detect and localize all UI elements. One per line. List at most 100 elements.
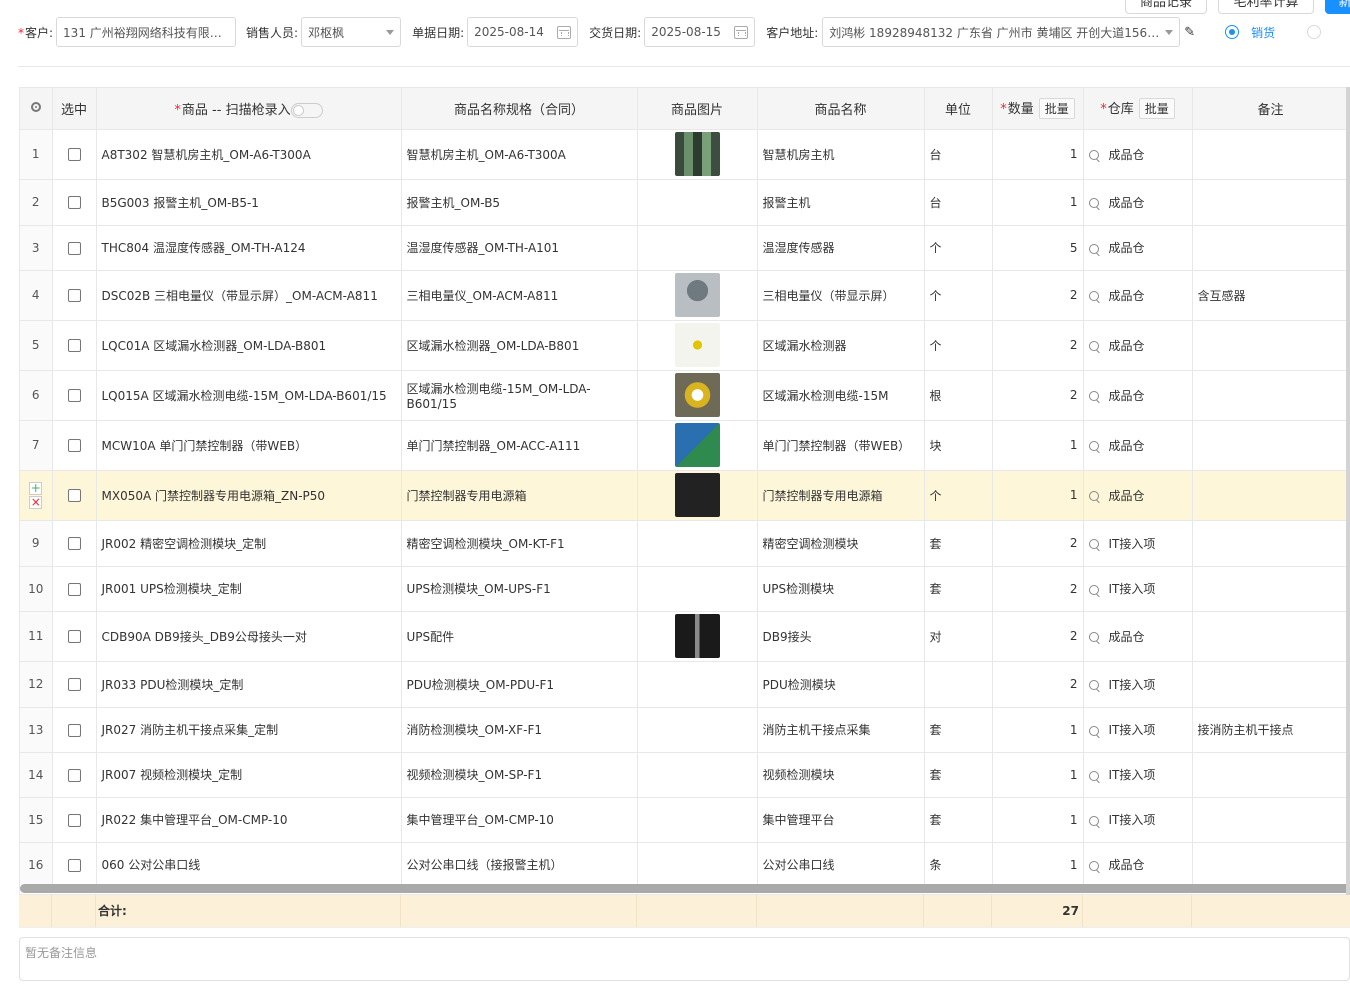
row-checkbox[interactable]	[67, 241, 81, 255]
search-icon[interactable]	[1088, 584, 1099, 595]
warehouse-cell[interactable]: 成品仓	[1083, 611, 1193, 662]
qty-cell[interactable]: 2	[992, 370, 1084, 421]
customer-select[interactable]: 131 广州裕翔网络科技有限公司	[56, 17, 237, 47]
warehouse-cell[interactable]: 成品仓	[1083, 842, 1193, 888]
qty-cell[interactable]: 1	[992, 179, 1084, 226]
spec-cell[interactable]: 区域漏水检测器_OM-LDA-B801	[401, 320, 638, 371]
product-cell[interactable]: MCW10A 单门门禁控制器（带WEB）	[96, 420, 402, 471]
search-icon[interactable]	[1088, 291, 1099, 301]
qty-cell[interactable]: 1	[992, 797, 1084, 843]
search-icon[interactable]	[1088, 198, 1099, 208]
address-select[interactable]: 刘鸿彬 18928948132 广东省 广州市 黄埔区 开创大道1565号鑫	[822, 17, 1181, 47]
row-checkbox[interactable]	[67, 768, 81, 782]
search-icon[interactable]	[1088, 243, 1099, 254]
doc-date-picker[interactable]: 2025-08-14	[467, 17, 579, 47]
search-icon[interactable]	[1088, 770, 1099, 781]
row-checkbox[interactable]	[67, 678, 81, 691]
search-icon[interactable]	[1088, 860, 1099, 871]
spec-cell[interactable]: 视频检测模块_OM-SP-F1	[401, 752, 638, 798]
table-row[interactable]: + × MX050A 门禁控制器专用电源箱_ZN-P50 门禁控制器专用电源箱 门禁控制…	[20, 470, 1350, 521]
row-checkbox[interactable]	[67, 489, 81, 502]
spec-cell[interactable]: 三相电量仪_OM-ACM-A811	[401, 270, 638, 321]
note-cell[interactable]	[1192, 566, 1350, 612]
search-icon[interactable]	[1088, 680, 1099, 690]
warehouse-batch-button[interactable]: 批量	[1138, 97, 1175, 119]
product-cell[interactable]: LQ015A 区域漏水检测电缆-15M_OM-LDA-B601/15	[96, 370, 402, 421]
qty-cell[interactable]: 1	[992, 470, 1084, 521]
product-cell[interactable]: JR002 精密空调检测模块_定制	[96, 520, 402, 567]
product-cell[interactable]: JR022 集中管理平台_OM-CMP-10	[96, 797, 402, 843]
spec-cell[interactable]: 公对公串口线（接报警主机）	[401, 842, 638, 888]
table-row[interactable]: 15 JR022 集中管理平台_OM-CMP-10 集中管理平台_OM-CMP-10…	[20, 797, 1350, 843]
warehouse-cell[interactable]: 成品仓	[1083, 370, 1193, 421]
table-row[interactable]: 6 LQ015A 区域漏水检测电缆-15M_OM-LDA-B601/15 区域漏水检…	[20, 370, 1350, 421]
warehouse-cell[interactable]: 成品仓	[1083, 470, 1193, 521]
delivery-date-picker[interactable]: 2025-08-15	[644, 17, 756, 47]
qty-cell[interactable]: 1	[992, 842, 1084, 888]
spec-cell[interactable]: 单门门禁控制器_OM-ACC-A111	[401, 420, 638, 471]
warehouse-cell[interactable]: IT接入项	[1083, 520, 1193, 567]
vertical-scrollbar[interactable]	[1346, 87, 1350, 895]
product-cell[interactable]: JR033 PDU检测模块_定制	[96, 661, 402, 708]
search-icon[interactable]	[1088, 150, 1099, 160]
note-cell[interactable]: 含互感器	[1192, 270, 1350, 321]
table-row[interactable]: 1 A8T302 智慧机房主机_OM-A6-T300A 智慧机房主机_OM-A6-T…	[20, 129, 1350, 180]
spec-cell[interactable]: 精密空调检测模块_OM-KT-F1	[401, 520, 638, 567]
qty-cell[interactable]: 2	[992, 661, 1084, 708]
note-cell[interactable]	[1192, 225, 1350, 271]
table-row[interactable]: 14 JR007 视频检测模块_定制 视频检测模块_OM-SP-F1 视频检测模块套 1…	[20, 752, 1350, 798]
column-settings[interactable]	[20, 88, 53, 130]
spec-cell[interactable]: UPS检测模块_OM-UPS-F1	[401, 566, 638, 612]
row-checkbox[interactable]	[67, 858, 81, 872]
product-cell[interactable]: THC804 温湿度传感器_OM-TH-A124	[96, 225, 402, 271]
table-row[interactable]: 16 060 公对公串口线 公对公串口线（接报警主机） 公对公串口线条 1 成品仓	[20, 842, 1350, 888]
row-checkbox[interactable]	[67, 537, 81, 550]
warehouse-cell[interactable]: IT接入项	[1083, 752, 1193, 798]
spec-cell[interactable]: UPS配件	[401, 611, 638, 662]
note-cell[interactable]	[1192, 320, 1350, 371]
table-row[interactable]: 12 JR033 PDU检测模块_定制 PDU检测模块_OM-PDU-F1 PDU检测…	[20, 661, 1350, 708]
spec-cell[interactable]: PDU检测模块_OM-PDU-F1	[401, 661, 638, 708]
note-cell[interactable]	[1192, 797, 1350, 843]
row-checkbox[interactable]	[67, 723, 81, 737]
new-button[interactable]: 新	[1325, 0, 1350, 14]
note-cell[interactable]	[1192, 661, 1350, 708]
table-row[interactable]: 3 THC804 温湿度传感器_OM-TH-A124 温湿度传感器_OM-TH-A1…	[20, 225, 1350, 271]
table-row[interactable]: 9 JR002 精密空调检测模块_定制 精密空调检测模块_OM-KT-F1 精密空调检…	[20, 520, 1350, 567]
product-cell[interactable]: DSC02B 三相电量仪（带显示屏）_OM-ACM-A811	[96, 270, 402, 321]
search-icon[interactable]	[1088, 341, 1099, 351]
warehouse-cell[interactable]: IT接入项	[1083, 566, 1193, 612]
spec-cell[interactable]: 智慧机房主机_OM-A6-T300A	[401, 129, 638, 180]
note-cell[interactable]	[1192, 129, 1350, 180]
product-cell[interactable]: B5G003 报警主机_OM-B5-1	[96, 179, 402, 226]
row-checkbox[interactable]	[67, 389, 81, 402]
row-checkbox[interactable]	[67, 439, 81, 452]
table-row[interactable]: 11 CDB90A DB9接头_DB9公母接头一对 UPS配件 DB9接头对 2 成品仓	[20, 611, 1350, 662]
note-cell[interactable]	[1192, 752, 1350, 798]
table-row[interactable]: 13 JR027 消防主机干接点采集_定制 消防检测模块_OM-XF-F1 消防主机干…	[20, 707, 1350, 753]
product-records-button[interactable]: 商品记录	[1125, 0, 1207, 14]
row-checkbox[interactable]	[67, 196, 81, 209]
warehouse-cell[interactable]: IT接入项	[1083, 797, 1193, 843]
note-cell[interactable]	[1192, 520, 1350, 567]
product-cell[interactable]: A8T302 智慧机房主机_OM-A6-T300A	[96, 129, 402, 180]
settings-icon[interactable]	[30, 101, 41, 112]
note-cell[interactable]	[1192, 611, 1350, 662]
qty-cell[interactable]: 1	[992, 420, 1084, 471]
note-cell[interactable]	[1192, 370, 1350, 421]
table-row[interactable]: 7 MCW10A 单门门禁控制器（带WEB） 单门门禁控制器_OM-ACC-A111…	[20, 420, 1350, 471]
warehouse-cell[interactable]: 成品仓	[1083, 225, 1193, 271]
radio-sales[interactable]	[1225, 25, 1240, 39]
spec-cell[interactable]: 门禁控制器专用电源箱	[401, 470, 638, 521]
spec-cell[interactable]: 区域漏水检测电缆-15M_OM-LDA-B601/15	[401, 370, 638, 421]
spec-cell[interactable]: 报警主机_OM-B5	[401, 179, 638, 226]
row-checkbox[interactable]	[67, 813, 81, 827]
note-cell[interactable]	[1192, 179, 1350, 226]
product-cell[interactable]: MX050A 门禁控制器专用电源箱_ZN-P50	[96, 470, 402, 521]
product-cell[interactable]: JR007 视频检测模块_定制	[96, 752, 402, 798]
row-checkbox[interactable]	[67, 339, 81, 352]
warehouse-cell[interactable]: IT接入项	[1083, 661, 1193, 708]
delete-row-icon[interactable]: ×	[29, 495, 43, 509]
search-icon[interactable]	[1088, 632, 1099, 642]
product-cell[interactable]: 060 公对公串口线	[96, 842, 402, 888]
